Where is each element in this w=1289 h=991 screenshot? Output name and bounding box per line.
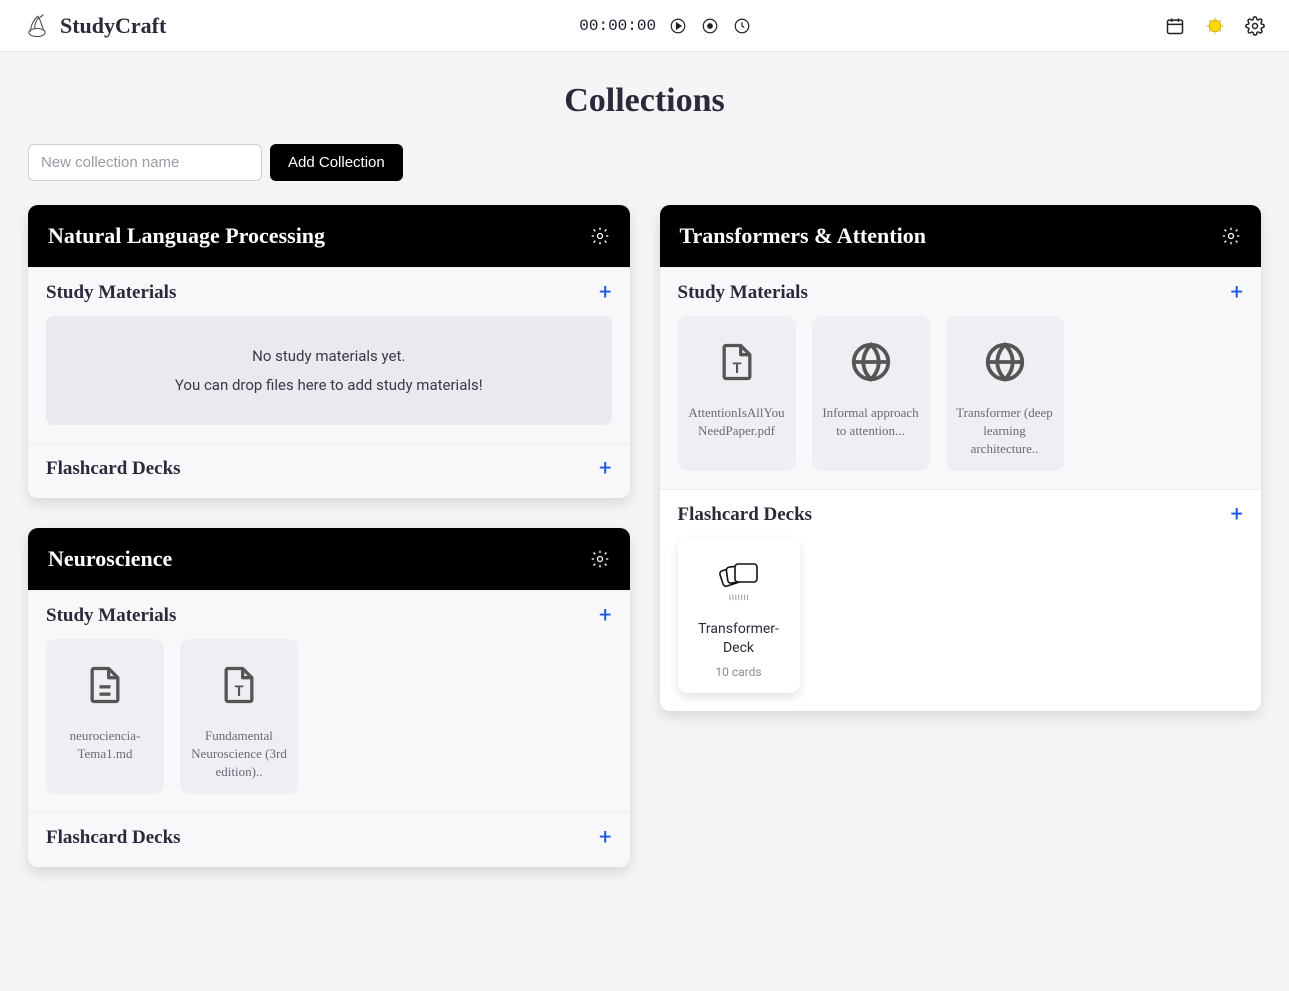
svg-text:T: T (732, 359, 741, 377)
study-materials-section: Study Materials + No study materials yet… (28, 267, 630, 443)
collection-title: Neuroscience (48, 546, 172, 572)
flashcards-icon: ⌇⌇⌇⌇⌇⌇⌇ (686, 554, 792, 606)
add-deck-icon[interactable]: + (1231, 504, 1243, 526)
deck-tile[interactable]: ⌇⌇⌇⌇⌇⌇⌇ Transformer-Deck 10 cards (678, 538, 800, 693)
globe-icon (820, 334, 922, 390)
section-title: Flashcard Decks (46, 458, 181, 480)
collections-grid: Natural Language Processing Study Materi… (0, 205, 1289, 907)
material-name: neurociencia-Tema1.md (54, 727, 156, 763)
material-tile[interactable]: T Fundamental Neuroscience (3rd edition)… (180, 639, 298, 794)
flashcard-decks-section: Flashcard Decks + (28, 812, 630, 867)
collection-header: Transformers & Attention (660, 205, 1262, 267)
material-tile[interactable]: Informal approach to attention... (812, 316, 930, 471)
settings-icon[interactable] (1245, 16, 1265, 36)
theme-icon[interactable] (1205, 16, 1225, 36)
play-icon[interactable] (668, 16, 688, 36)
empty-text-1: No study materials yet. (66, 342, 592, 371)
section-title: Flashcard Decks (46, 827, 181, 849)
timer-group: 00:00:00 (579, 16, 752, 36)
globe-icon (954, 334, 1056, 390)
section-title: Study Materials (46, 605, 176, 627)
material-tile[interactable]: Transformer (deep learning architecture.… (946, 316, 1064, 471)
add-material-icon[interactable]: + (1231, 282, 1243, 304)
deck-name: Transformer-Deck (686, 620, 792, 659)
section-title: Flashcard Decks (678, 504, 813, 526)
study-materials-section: Study Materials + T AttentionIsAllYouNee… (660, 267, 1262, 489)
new-collection-input[interactable] (28, 144, 262, 181)
flashcard-decks-section: Flashcard Decks + ⌇⌇⌇⌇⌇⌇⌇ Tr (660, 489, 1262, 711)
add-collection-button[interactable]: Add Collection (270, 144, 403, 181)
empty-text-2: You can drop files here to add study mat… (66, 371, 592, 400)
add-material-icon[interactable]: + (599, 282, 611, 304)
section-title: Study Materials (678, 282, 808, 304)
header-actions (1165, 16, 1265, 36)
collection-settings-icon[interactable] (590, 226, 610, 246)
collection-title: Transformers & Attention (680, 223, 926, 249)
add-deck-icon[interactable]: + (599, 827, 611, 849)
add-deck-icon[interactable]: + (599, 458, 611, 480)
page-title: Collections (0, 82, 1289, 120)
material-name: Fundamental Neuroscience (3rd edition).. (188, 727, 290, 782)
add-material-icon[interactable]: + (599, 605, 611, 627)
collection-settings-icon[interactable] (1221, 226, 1241, 246)
add-collection-row: Add Collection (0, 144, 1289, 205)
calendar-icon[interactable] (1165, 16, 1185, 36)
material-tile[interactable]: T AttentionIsAllYouNeedPaper.pdf (678, 316, 796, 471)
app-logo-icon (24, 13, 50, 39)
clock-icon[interactable] (732, 16, 752, 36)
material-name: Transformer (deep learning architecture.… (954, 404, 1056, 459)
deck-scribble: ⌇⌇⌇⌇⌇⌇⌇ (728, 594, 748, 602)
collection-card-transformers: Transformers & Attention Study Materials… (660, 205, 1262, 711)
study-materials-section: Study Materials + neurociencia-Tema1.md … (28, 590, 630, 812)
collection-card-nlp: Natural Language Processing Study Materi… (28, 205, 630, 498)
file-text-icon: T (686, 334, 788, 390)
deck-count: 10 cards (686, 665, 792, 679)
flashcard-decks-section: Flashcard Decks + (28, 443, 630, 498)
brand-name: StudyCraft (60, 13, 166, 39)
stop-icon[interactable] (700, 16, 720, 36)
app-header: StudyCraft 00:00:00 (0, 0, 1289, 52)
file-doc-icon (54, 657, 156, 713)
brand[interactable]: StudyCraft (24, 13, 166, 39)
timer-display: 00:00:00 (579, 17, 656, 35)
collection-header: Natural Language Processing (28, 205, 630, 267)
collection-title: Natural Language Processing (48, 223, 325, 249)
materials-dropzone[interactable]: No study materials yet. You can drop fil… (46, 316, 612, 425)
material-name: AttentionIsAllYouNeedPaper.pdf (686, 404, 788, 440)
collection-card-neuro: Neuroscience Study Materials + neurocien… (28, 528, 630, 867)
collection-settings-icon[interactable] (590, 549, 610, 569)
file-text-icon: T (188, 657, 290, 713)
svg-text:T: T (234, 682, 243, 700)
collection-header: Neuroscience (28, 528, 630, 590)
material-tile[interactable]: neurociencia-Tema1.md (46, 639, 164, 794)
material-name: Informal approach to attention... (820, 404, 922, 440)
section-title: Study Materials (46, 282, 176, 304)
